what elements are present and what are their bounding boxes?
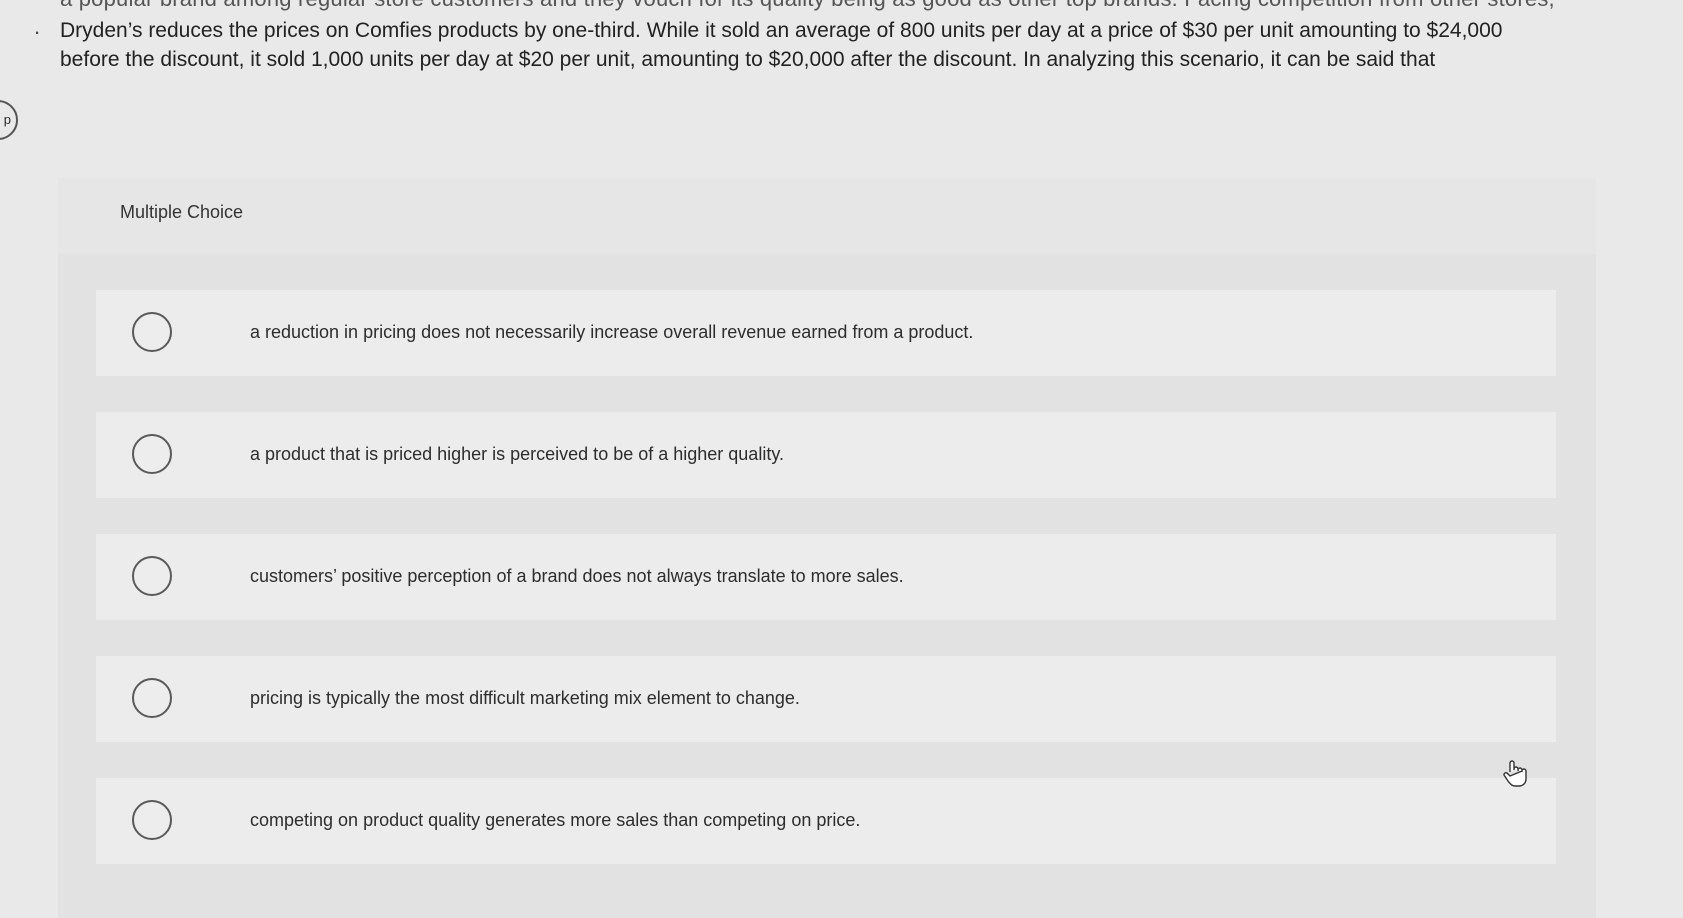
side-marker-icon[interactable]: p (0, 100, 18, 140)
answer-option-label: competing on product quality generates m… (250, 810, 861, 830)
radio-unchecked-icon[interactable] (132, 556, 172, 596)
answer-option-label: customers’ positive perception of a bran… (250, 566, 904, 586)
answer-option-2[interactable]: a product that is priced higher is perce… (96, 412, 1556, 498)
answer-option-label: pricing is typically the most difficult … (250, 688, 800, 708)
multiple-choice-header: Multiple Choice (58, 178, 1596, 254)
question-text: Dryden’s reduces the prices on Comfies p… (60, 19, 1503, 71)
multiple-choice-panel: Multiple Choice a reduction in pricing d… (58, 178, 1596, 918)
radio-unchecked-icon[interactable] (132, 678, 172, 718)
radio-unchecked-icon[interactable] (132, 434, 172, 474)
multiple-choice-title: Multiple Choice (120, 202, 244, 222)
radio-unchecked-icon[interactable] (132, 800, 172, 840)
question-bullet: . (34, 14, 41, 39)
clipped-previous-question-line: a popular brand among regular store cust… (60, 0, 1580, 12)
answer-option-4[interactable]: pricing is typically the most difficult … (96, 656, 1556, 742)
answer-option-label: a reduction in pricing does not necessar… (250, 322, 974, 342)
side-marker-glyph: p (3, 112, 11, 127)
answer-option-1[interactable]: a reduction in pricing does not necessar… (96, 290, 1556, 376)
answer-option-3[interactable]: customers’ positive perception of a bran… (96, 534, 1556, 620)
hand-pointer-icon (1503, 760, 1527, 787)
answer-option-5[interactable]: competing on product quality generates m… (96, 778, 1556, 864)
answer-option-label: a product that is priced higher is perce… (250, 444, 784, 464)
radio-unchecked-icon[interactable] (132, 312, 172, 352)
